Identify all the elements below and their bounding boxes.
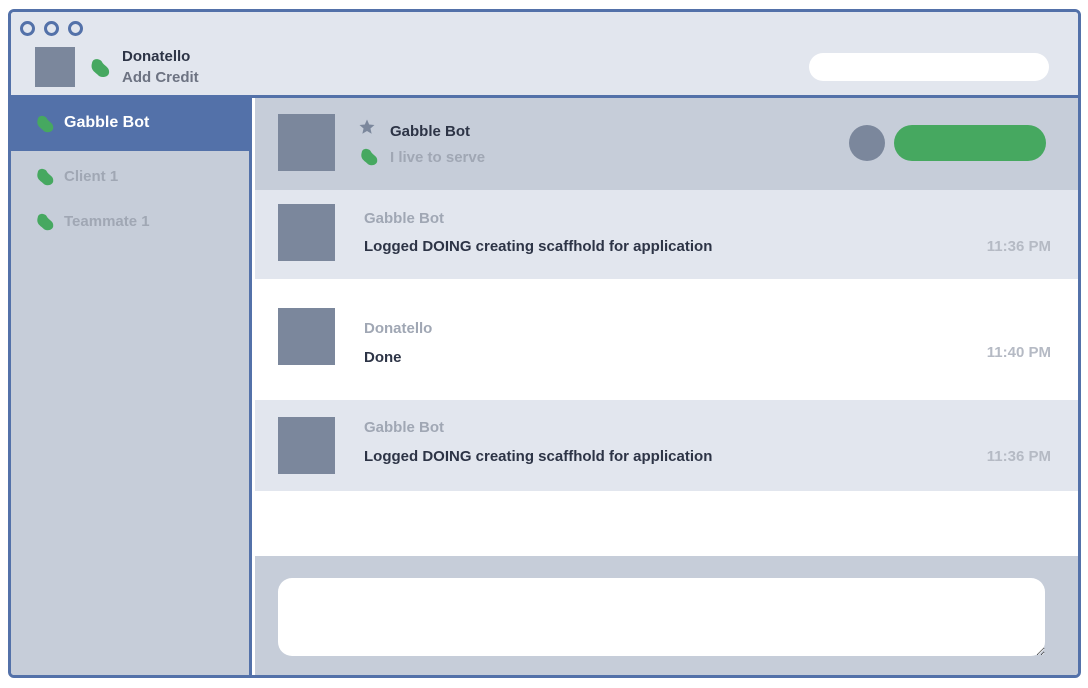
- message-text: Logged DOING creating scaffhold for appl…: [364, 448, 713, 465]
- sidebar-item-teammate-1[interactable]: Teammate 1: [11, 196, 252, 249]
- sidebar: Gabble Bot Client 1 Teammate 1: [11, 98, 252, 675]
- sidebar-item-label: Client 1: [64, 168, 119, 185]
- window-maximize-button[interactable]: [68, 21, 83, 36]
- action-button[interactable]: [894, 125, 1046, 161]
- message-text: Logged DOING creating scaffhold for appl…: [364, 238, 713, 255]
- sidebar-item-label: Teammate 1: [64, 213, 150, 230]
- presence-blob-icon: [35, 114, 55, 139]
- avatar[interactable]: [278, 114, 335, 171]
- message-sender: Donatello: [364, 320, 433, 337]
- user-name: Donatello: [122, 48, 191, 65]
- message-row: Gabble Bot Logged DOING creating scaffho…: [255, 400, 1078, 491]
- composer-bar: [255, 556, 1078, 675]
- star-icon[interactable]: [358, 118, 376, 141]
- message-time: 11:36 PM: [986, 448, 1051, 465]
- chat-title: Gabble Bot: [390, 123, 471, 140]
- title-bar: Donatello Add Credit: [11, 12, 1078, 98]
- presence-blob-icon: [89, 58, 111, 83]
- avatar[interactable]: [278, 417, 335, 474]
- search-input[interactable]: [809, 53, 1049, 81]
- message-sender: Gabble Bot: [364, 419, 445, 436]
- add-credit-link[interactable]: Add Credit: [122, 69, 199, 86]
- conversation-pane: Gabble Bot I live to serve Gabble Bot Lo…: [255, 98, 1078, 675]
- message-input[interactable]: [278, 578, 1045, 656]
- sidebar-item-gabble-bot[interactable]: Gabble Bot: [11, 98, 252, 151]
- sidebar-item-label: Gabble Bot: [64, 114, 150, 131]
- presence-blob-icon: [35, 167, 55, 192]
- presence-blob-icon: [359, 147, 379, 172]
- message-time: 11:40 PM: [986, 344, 1051, 361]
- app-window: Donatello Add Credit Gabble Bot Client 1…: [8, 9, 1081, 678]
- message-sender: Gabble Bot: [364, 210, 445, 227]
- message-row: Gabble Bot Logged DOING creating scaffho…: [255, 190, 1078, 279]
- chat-tagline: I live to serve: [390, 149, 486, 166]
- message-text: Done: [364, 349, 402, 366]
- presence-blob-icon: [35, 212, 55, 237]
- window-close-button[interactable]: [20, 21, 35, 36]
- message-row: Donatello Done 11:40 PM: [255, 279, 1078, 400]
- avatar[interactable]: [35, 47, 75, 87]
- call-button[interactable]: [849, 125, 885, 161]
- avatar[interactable]: [278, 308, 335, 365]
- message-time: 11:36 PM: [986, 238, 1051, 255]
- window-minimize-button[interactable]: [44, 21, 59, 36]
- chat-header: Gabble Bot I live to serve: [255, 98, 1078, 190]
- avatar[interactable]: [278, 204, 335, 261]
